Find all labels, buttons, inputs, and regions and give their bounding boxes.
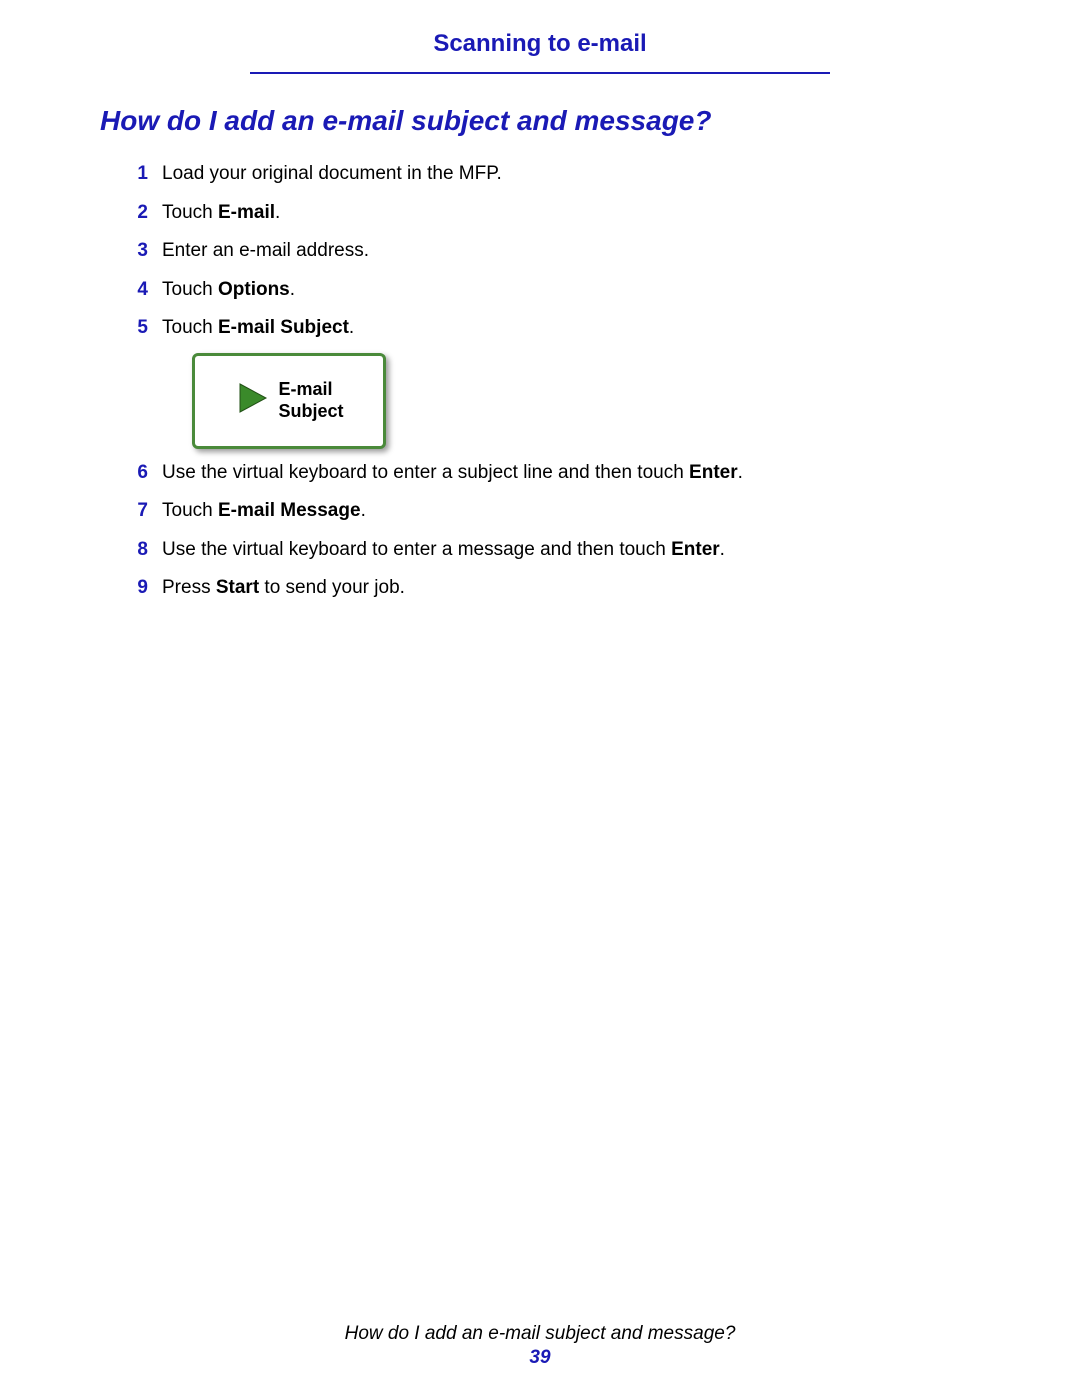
step-text: Touch E-mail Message. — [162, 497, 366, 526]
step-number: 7 — [120, 497, 148, 526]
button-illustration: E-mail Subject — [192, 353, 920, 449]
step-number: 4 — [120, 276, 148, 305]
page-number: 39 — [0, 1347, 1080, 1369]
list-item: 1 Load your original document in the MFP… — [120, 160, 920, 189]
list-item: 3 Enter an e-mail address. — [120, 237, 920, 266]
step-number: 3 — [120, 237, 148, 266]
footer-section-title: How do I add an e-mail subject and messa… — [0, 1323, 1080, 1345]
list-item: 4 Touch Options. — [120, 276, 920, 305]
header-divider — [250, 72, 830, 74]
step-text: Touch E-mail. — [162, 199, 280, 228]
step-text: Use the virtual keyboard to enter a mess… — [162, 536, 725, 565]
page: Scanning to e-mail How do I add an e-mai… — [0, 0, 1080, 1397]
step-text: Use the virtual keyboard to enter a subj… — [162, 459, 743, 488]
step-text: Touch Options. — [162, 276, 295, 305]
section-heading: How do I add an e-mail subject and messa… — [100, 105, 711, 137]
step-text: Press Start to send your job. — [162, 574, 405, 603]
list-item: 6 Use the virtual keyboard to enter a su… — [120, 459, 920, 488]
list-item: 5 Touch E-mail Subject. — [120, 314, 920, 343]
step-list: 1 Load your original document in the MFP… — [120, 150, 920, 613]
step-number: 5 — [120, 314, 148, 343]
chapter-title: Scanning to e-mail — [0, 30, 1080, 64]
email-subject-button: E-mail Subject — [192, 353, 386, 449]
step-number: 8 — [120, 536, 148, 565]
button-label: E-mail Subject — [278, 379, 343, 422]
step-number: 2 — [120, 199, 148, 228]
page-header: Scanning to e-mail — [0, 30, 1080, 74]
list-item: 9 Press Start to send your job. — [120, 574, 920, 603]
step-number: 1 — [120, 160, 148, 189]
list-item: 8 Use the virtual keyboard to enter a me… — [120, 536, 920, 565]
step-text: Touch E-mail Subject. — [162, 314, 354, 343]
step-text: Load your original document in the MFP. — [162, 160, 502, 189]
play-icon — [234, 380, 270, 421]
step-number: 9 — [120, 574, 148, 603]
list-item: 7 Touch E-mail Message. — [120, 497, 920, 526]
page-footer: How do I add an e-mail subject and messa… — [0, 1323, 1080, 1369]
list-item: 2 Touch E-mail. — [120, 199, 920, 228]
step-number: 6 — [120, 459, 148, 488]
step-text: Enter an e-mail address. — [162, 237, 369, 266]
